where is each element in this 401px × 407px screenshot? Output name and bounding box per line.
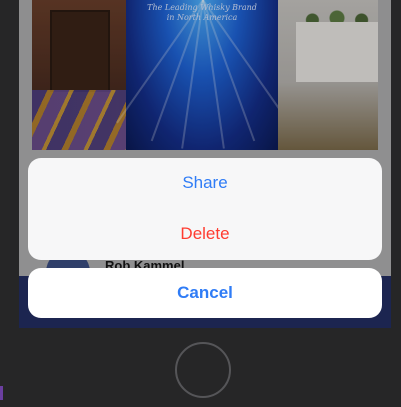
post-photo[interactable]: The Leading Whisky Brand in North Americ… [32,0,378,150]
edge-accent [0,386,3,400]
action-sheet: Share Delete [28,158,382,260]
delete-button[interactable]: Delete [28,209,382,259]
device-frame: The Leading Whisky Brand in North Americ… [0,0,401,407]
share-button[interactable]: Share [28,158,382,208]
home-button-icon[interactable] [175,342,231,398]
cancel-button[interactable]: Cancel [28,268,382,318]
photo-dim-overlay [32,0,378,150]
